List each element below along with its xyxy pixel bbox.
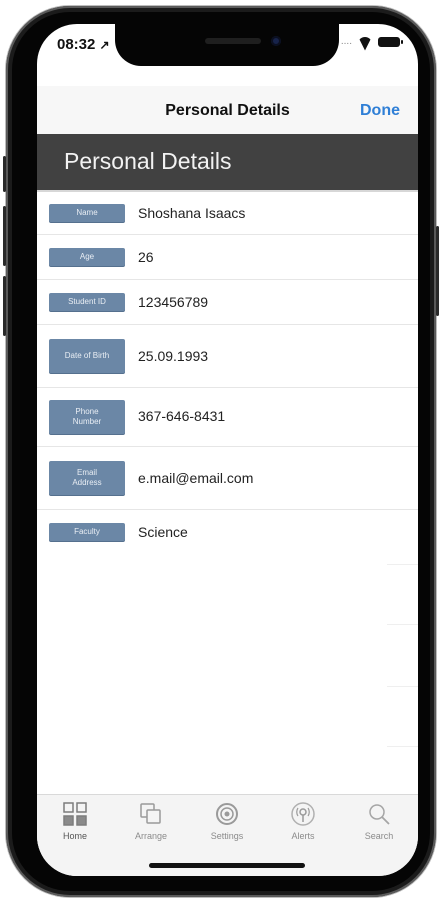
tab-settings[interactable]: Settings: [189, 801, 265, 841]
detail-row-age: Age 26: [37, 235, 418, 280]
detail-row-email-address: Email Address e.mail@email.com: [37, 447, 418, 510]
field-value-name: Shoshana Isaacs: [138, 205, 246, 221]
status-indicators: ....: [340, 36, 403, 47]
tab-arrange-label: Arrange: [134, 831, 168, 841]
section-header-title: Personal Details: [64, 148, 232, 174]
field-value-faculty: Science: [138, 524, 188, 540]
separator-line: [387, 686, 418, 687]
volume-down-button: [3, 276, 6, 336]
power-button: [436, 226, 439, 316]
separator-line: [387, 564, 418, 565]
field-value-date-of-birth: 25.09.1993: [138, 348, 209, 364]
screen: 08:32 ↗ .... Personal Details Done Perso…: [37, 24, 418, 876]
search-icon: [366, 801, 392, 827]
details-list: Name Shoshana Isaacs Age 26 Student ID 1…: [37, 192, 418, 554]
tab-settings-label: Settings: [210, 831, 244, 841]
home-grid-icon: [62, 801, 88, 827]
tab-alerts-label: Alerts: [291, 831, 315, 841]
field-value-email-address: e.mail@email.com: [138, 470, 254, 486]
detail-row-student-id: Student ID 123456789: [37, 280, 418, 325]
field-label-student-id: Student ID: [49, 293, 125, 311]
home-indicator[interactable]: [149, 863, 305, 868]
separator-line: [387, 624, 418, 625]
settings-icon: [214, 801, 240, 827]
battery-icon: [378, 36, 403, 47]
location-arrow-icon: ↗: [99, 38, 110, 52]
signal-dots: ....: [340, 36, 352, 47]
field-label-date-of-birth: Date of Birth: [49, 339, 125, 373]
wifi-icon: [358, 37, 372, 47]
tab-alerts[interactable]: Alerts: [265, 801, 341, 841]
detail-row-date-of-birth: Date of Birth 25.09.1993: [37, 325, 418, 388]
arrange-icon: [138, 801, 164, 827]
mute-switch: [3, 156, 6, 192]
field-label-email-address: Email Address: [49, 461, 125, 495]
field-label-age: Age: [49, 248, 125, 266]
field-value-student-id: 123456789: [138, 294, 209, 310]
front-camera: [271, 36, 281, 46]
field-label-phone-number: Phone Number: [49, 400, 125, 434]
detail-row-phone-number: Phone Number 367-646-8431: [37, 388, 418, 447]
status-time: 08:32 ↗: [57, 36, 110, 53]
field-label-name: Name: [49, 204, 125, 222]
status-time-text: 08:32: [57, 36, 96, 53]
separator-line: [387, 746, 418, 747]
field-label-faculty: Faculty: [49, 523, 125, 541]
detail-row-faculty: Faculty Science: [37, 510, 418, 554]
tab-search-label: Search: [364, 831, 394, 841]
speaker: [205, 38, 261, 44]
tab-home-label: Home: [62, 831, 87, 841]
notch: [115, 24, 339, 66]
section-header: Personal Details: [37, 134, 418, 192]
field-value-phone-number: 367-646-8431: [138, 408, 226, 424]
tab-search[interactable]: Search: [341, 801, 417, 841]
navigation-bar: Personal Details Done: [37, 86, 418, 134]
tab-home[interactable]: Home: [37, 801, 113, 841]
volume-up-button: [3, 206, 6, 266]
tab-arrange[interactable]: Arrange: [113, 801, 189, 841]
detail-row-name: Name Shoshana Isaacs: [37, 192, 418, 235]
alerts-icon: [290, 801, 316, 827]
field-value-age: 26: [138, 249, 154, 265]
done-button[interactable]: Done: [360, 102, 400, 120]
